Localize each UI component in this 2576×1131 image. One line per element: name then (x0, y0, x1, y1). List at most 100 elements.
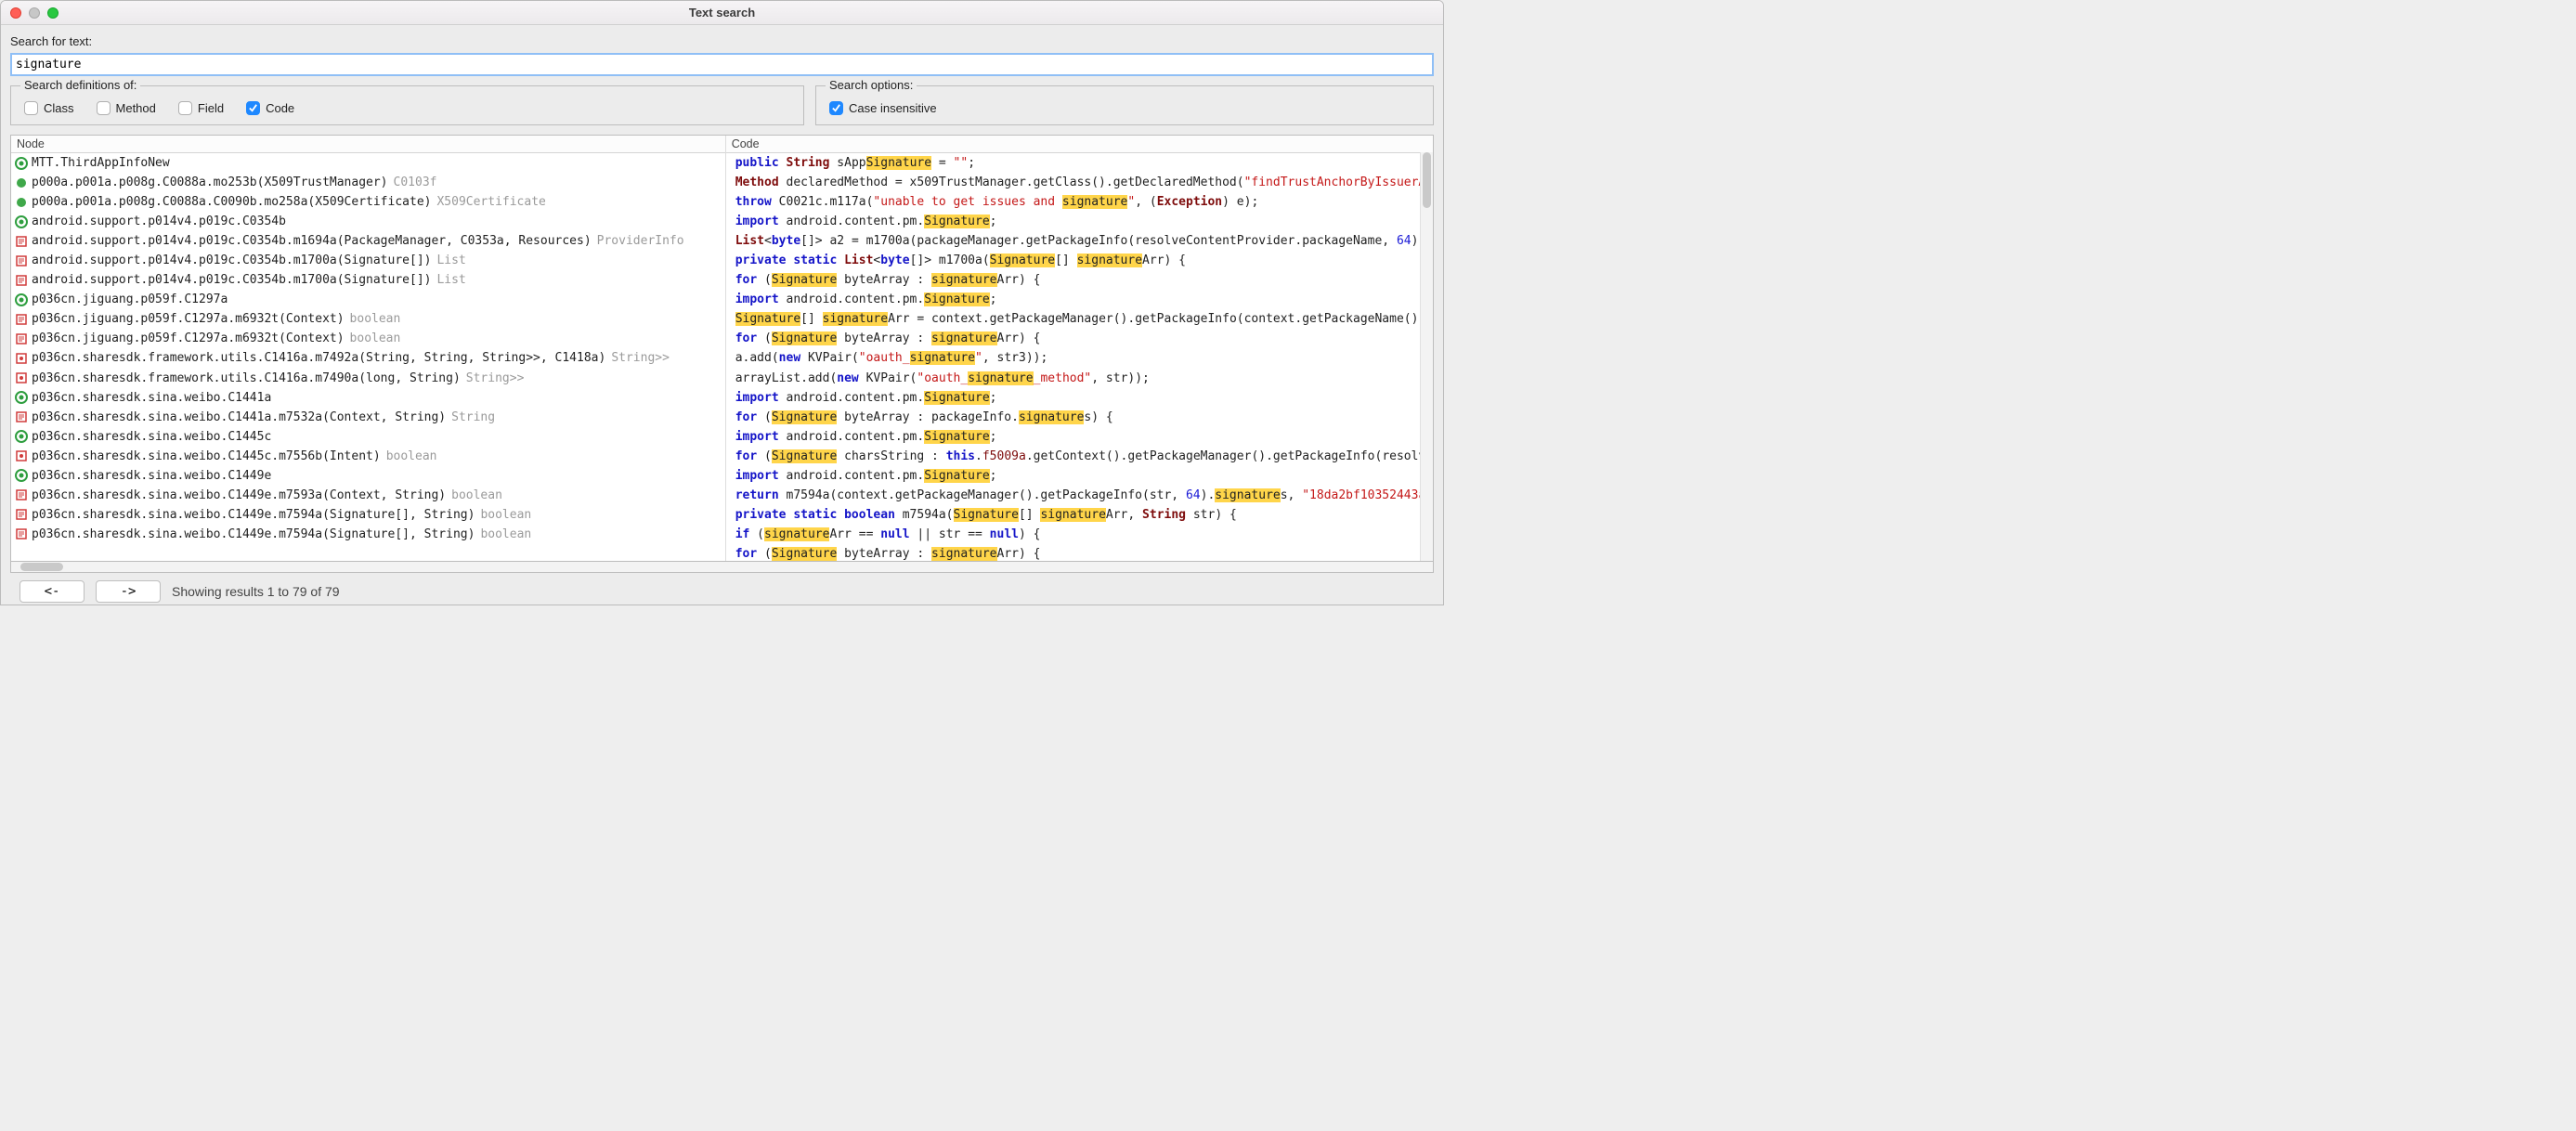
node-text: android.support.p014v4.p019c.C0354b (32, 212, 286, 231)
node-type-icon (15, 235, 28, 248)
column-header-node[interactable]: Node (11, 136, 725, 153)
code-line[interactable]: throw C0021c.m117a("unable to get issues… (726, 192, 1433, 212)
code-line[interactable]: import android.content.pm.Signature; (726, 388, 1433, 408)
table-row[interactable]: p036cn.jiguang.p059f.C1297a.m6932t(Conte… (11, 329, 725, 348)
node-return-type: boolean (480, 505, 531, 525)
code-line[interactable]: private static List<byte[]> m1700a(Signa… (726, 251, 1433, 270)
code-line[interactable]: for (Signature byteArray : signatureArr)… (726, 329, 1433, 348)
table-row[interactable]: p036cn.sharesdk.sina.weibo.C1445c (11, 427, 725, 447)
node-text: p036cn.sharesdk.sina.weibo.C1449e.m7593a… (32, 486, 446, 505)
node-text: MTT.ThirdAppInfoNew (32, 153, 170, 173)
node-type-icon (15, 332, 28, 345)
checkbox-code-label: Code (266, 101, 294, 115)
code-line[interactable]: arrayList.add(new KVPair("oauth_signatur… (726, 369, 1433, 388)
table-row[interactable]: android.support.p014v4.p019c.C0354b.m170… (11, 270, 725, 290)
table-row[interactable]: p036cn.sharesdk.framework.utils.C1416a.m… (11, 348, 725, 368)
code-line[interactable]: import android.content.pm.Signature; (726, 466, 1433, 486)
table-row[interactable]: p036cn.sharesdk.framework.utils.C1416a.m… (11, 369, 725, 388)
node-return-type: C0103f (394, 173, 437, 192)
code-line[interactable]: for (Signature byteArray : signatureArr)… (726, 544, 1433, 561)
node-return-type: boolean (386, 447, 437, 466)
code-line[interactable]: import android.content.pm.Signature; (726, 212, 1433, 231)
checkbox-field-label: Field (198, 101, 224, 115)
table-row[interactable]: p036cn.sharesdk.sina.weibo.C1449e (11, 466, 725, 486)
table-row[interactable]: p000a.p001a.p008g.C0088a.mo253b(X509Trus… (11, 173, 725, 192)
node-type-icon (15, 508, 28, 521)
code-line[interactable]: import android.content.pm.Signature; (726, 290, 1433, 309)
node-return-type: boolean (350, 329, 401, 348)
code-line[interactable]: a.add(new KVPair("oauth_signature", str3… (726, 348, 1433, 368)
node-type-icon (15, 410, 28, 423)
checkbox-case-insensitive[interactable]: Case insensitive (829, 101, 937, 115)
node-text: p000a.p001a.p008g.C0088a.C0090b.mo258a(X… (32, 192, 431, 212)
node-return-type: boolean (350, 309, 401, 329)
table-row[interactable]: p036cn.sharesdk.sina.weibo.C1441a.m7532a… (11, 408, 725, 427)
checkbox-class[interactable]: Class (24, 101, 74, 115)
search-options-legend: Search options: (826, 78, 917, 92)
titlebar: Text search (1, 1, 1443, 25)
checkbox-class-label: Class (44, 101, 74, 115)
results-table: Node MTT.ThirdAppInfoNewp000a.p001a.p008… (10, 135, 1434, 562)
search-options-group: Search options: Case insensitive (815, 85, 1434, 125)
results-status: Showing results 1 to 79 of 79 (172, 584, 340, 599)
code-line[interactable]: if (signatureArr == null || str == null)… (726, 525, 1433, 544)
node-text: p036cn.sharesdk.framework.utils.C1416a.m… (32, 348, 605, 368)
node-text: p036cn.jiguang.p059f.C1297a.m6932t(Conte… (32, 329, 345, 348)
table-row[interactable]: android.support.p014v4.p019c.C0354b.m169… (11, 231, 725, 251)
node-type-icon (15, 254, 28, 267)
vertical-scrollbar[interactable] (1420, 152, 1433, 561)
node-text: p036cn.jiguang.p059f.C1297a (32, 290, 228, 309)
table-row[interactable]: android.support.p014v4.p019c.C0354b (11, 212, 725, 231)
code-line[interactable]: for (Signature byteArray : signatureArr)… (726, 270, 1433, 290)
search-input[interactable] (10, 53, 1434, 76)
code-line[interactable]: public String sAppSignature = ""; (726, 153, 1433, 173)
node-return-type: String>> (466, 369, 525, 388)
search-label: Search for text: (10, 34, 1434, 53)
checkbox-code[interactable]: Code (246, 101, 294, 115)
next-button[interactable]: -> (96, 580, 161, 603)
node-text: android.support.p014v4.p019c.C0354b.m170… (32, 251, 431, 270)
node-type-icon (15, 157, 28, 170)
window-title: Text search (1, 6, 1443, 20)
code-line[interactable]: Signature[] signatureArr = context.getPa… (726, 309, 1433, 329)
prev-button[interactable]: <- (20, 580, 85, 603)
node-type-icon (15, 313, 28, 326)
search-definitions-group: Search definitions of: Class Method Fiel… (10, 85, 804, 125)
table-row[interactable]: p036cn.sharesdk.sina.weibo.C1449e.m7593a… (11, 486, 725, 505)
code-line[interactable]: private static boolean m7594a(Signature[… (726, 505, 1433, 525)
node-return-type: ProviderInfo (597, 231, 684, 251)
column-header-code[interactable]: Code (726, 136, 1433, 153)
node-return-type: String>> (611, 348, 670, 368)
node-type-icon (15, 274, 28, 287)
table-row[interactable]: android.support.p014v4.p019c.C0354b.m170… (11, 251, 725, 270)
table-row[interactable]: p036cn.sharesdk.sina.weibo.C1449e.m7594a… (11, 505, 725, 525)
node-return-type: boolean (480, 525, 531, 544)
code-line[interactable]: return m7594a(context.getPackageManager(… (726, 486, 1433, 505)
table-row[interactable]: p036cn.sharesdk.sina.weibo.C1441a (11, 388, 725, 408)
node-text: p036cn.jiguang.p059f.C1297a.m6932t(Conte… (32, 309, 345, 329)
table-row[interactable]: p000a.p001a.p008g.C0088a.C0090b.mo258a(X… (11, 192, 725, 212)
checkbox-case-insensitive-label: Case insensitive (849, 101, 937, 115)
table-row[interactable]: p036cn.jiguang.p059f.C1297a (11, 290, 725, 309)
code-line[interactable]: Method declaredMethod = x509TrustManager… (726, 173, 1433, 192)
horizontal-scrollbar[interactable] (10, 562, 1434, 573)
node-return-type: X509Certificate (436, 192, 545, 212)
node-type-icon (15, 371, 28, 384)
code-line[interactable]: import android.content.pm.Signature; (726, 427, 1433, 447)
table-row[interactable]: p036cn.sharesdk.sina.weibo.C1449e.m7594a… (11, 525, 725, 544)
node-text: p036cn.sharesdk.sina.weibo.C1441a.m7532a… (32, 408, 446, 427)
node-return-type: List (436, 251, 465, 270)
table-row[interactable]: p036cn.jiguang.p059f.C1297a.m6932t(Conte… (11, 309, 725, 329)
code-line[interactable]: for (Signature byteArray : packageInfo.s… (726, 408, 1433, 427)
node-type-icon (15, 215, 28, 228)
checkbox-field[interactable]: Field (178, 101, 224, 115)
node-text: p036cn.sharesdk.sina.weibo.C1449e (32, 466, 271, 486)
node-return-type: String (451, 408, 495, 427)
table-row[interactable]: MTT.ThirdAppInfoNew (11, 153, 725, 173)
checkbox-method[interactable]: Method (97, 101, 156, 115)
node-type-icon (15, 176, 28, 189)
code-line[interactable]: List<byte[]> a2 = m1700a(packageManager.… (726, 231, 1433, 251)
node-return-type: boolean (451, 486, 502, 505)
code-line[interactable]: for (Signature charsString : this.f5009a… (726, 447, 1433, 466)
table-row[interactable]: p036cn.sharesdk.sina.weibo.C1445c.m7556b… (11, 447, 725, 466)
